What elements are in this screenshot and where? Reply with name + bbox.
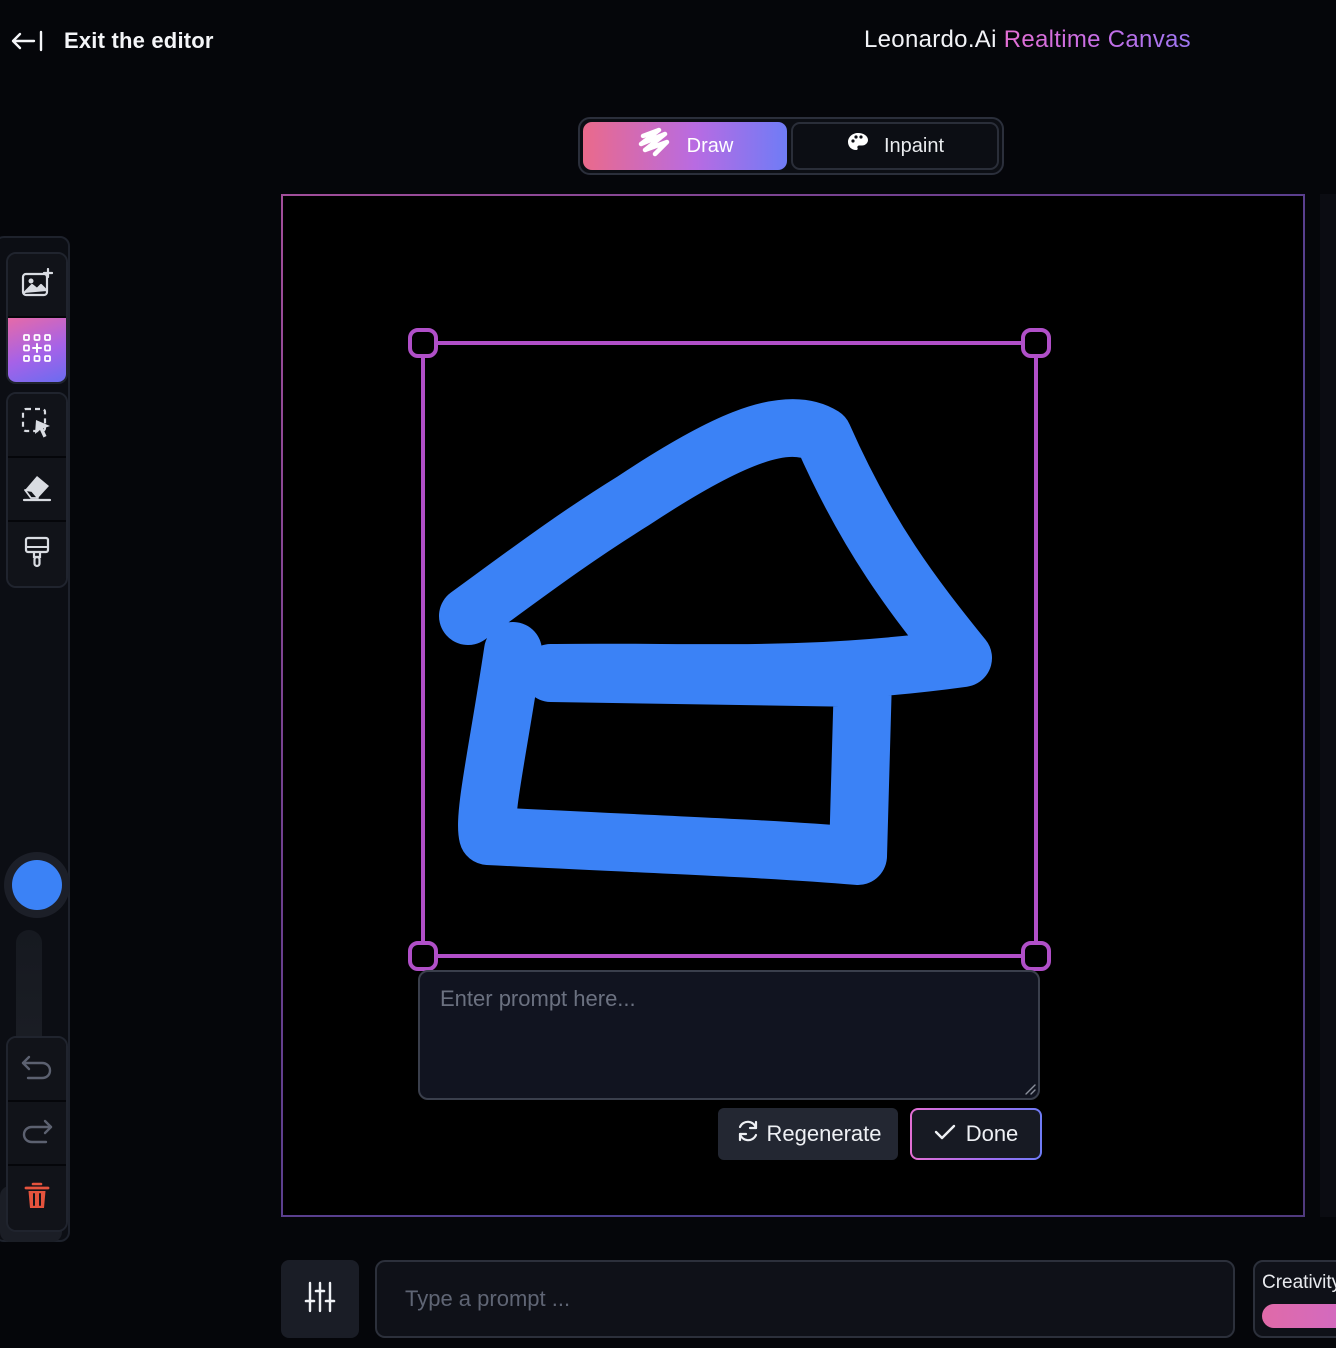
generate-grid-button[interactable] (8, 318, 66, 382)
check-icon (934, 1121, 956, 1147)
add-image-icon (21, 267, 54, 303)
brand-name: Leonardo.Ai (864, 26, 997, 53)
creativity-label: Creativity (1262, 1272, 1336, 1293)
inpaint-mode-label: Inpaint (883, 134, 945, 157)
output-panel-edge (1320, 194, 1336, 1217)
brand-product: Realtime Canvas (1003, 26, 1191, 53)
done-button[interactable]: Done (910, 1108, 1042, 1160)
undo-icon (20, 1053, 54, 1086)
mode-toggle: Draw Inpaint (578, 117, 1004, 175)
draw-mode-label: Draw (686, 134, 734, 157)
resize-handle-top-left (408, 328, 438, 358)
scribble-icon (637, 126, 673, 166)
undo-button[interactable] (8, 1038, 66, 1102)
realtime-canvas-editor: Exit the editor Leonardo.Ai Realtime Can… (0, 0, 1336, 1348)
resize-handle-bottom-left (408, 941, 438, 971)
trash-icon (23, 1181, 51, 1216)
palette-icon (846, 131, 870, 161)
refresh-icon (735, 1118, 761, 1150)
generate-grid-icon (21, 332, 53, 369)
brush-color-swatch (12, 860, 62, 910)
paint-brush-button[interactable] (8, 522, 66, 586)
regenerate-label: Regenerate (766, 1121, 882, 1146)
tool-group-edit (6, 392, 68, 588)
brush-color-picker[interactable] (4, 852, 70, 918)
exit-editor-label: Exit the editor (64, 28, 214, 53)
creativity-slider-bar[interactable] (1262, 1304, 1336, 1328)
drawing-canvas[interactable]: Regenerate Done (283, 196, 1303, 1215)
exit-editor-link[interactable]: Exit the editor (8, 24, 214, 58)
clear-canvas-button[interactable] (8, 1166, 66, 1230)
house-sketch-stroke (439, 399, 992, 885)
main-prompt-input[interactable] (375, 1260, 1235, 1338)
tool-group-main (6, 252, 68, 384)
left-toolbar: 30 (0, 236, 70, 1242)
paint-brush-icon (22, 535, 52, 574)
redo-icon (20, 1117, 54, 1150)
eraser-button[interactable] (8, 458, 66, 522)
regenerate-button[interactable]: Regenerate (718, 1108, 898, 1160)
drawing-canvas-frame: Regenerate Done (281, 194, 1305, 1217)
creativity-control[interactable]: Creativity (1253, 1260, 1336, 1338)
select-area-button[interactable] (8, 394, 66, 458)
resize-handle-bottom-right (1021, 941, 1051, 971)
redo-button[interactable] (8, 1102, 66, 1166)
done-button-inner: Done (912, 1110, 1040, 1158)
eraser-icon (21, 472, 53, 507)
inpaint-mode-button[interactable]: Inpaint (791, 122, 999, 170)
resize-grip-icon[interactable] (1024, 1082, 1036, 1095)
inline-prompt-input[interactable] (418, 970, 1040, 1100)
draw-mode-button[interactable]: Draw (583, 122, 787, 170)
select-area-icon (20, 406, 54, 445)
add-image-button[interactable] (8, 254, 66, 318)
generation-settings-button[interactable] (281, 1260, 359, 1338)
exit-arrow-icon (8, 29, 44, 53)
sliders-icon (303, 1280, 337, 1319)
resize-handle-top-right (1021, 328, 1051, 358)
done-label: Done (965, 1121, 1019, 1146)
brand-title: Leonardo.Ai Realtime Canvas (864, 26, 1191, 54)
tool-group-history (6, 1036, 68, 1232)
